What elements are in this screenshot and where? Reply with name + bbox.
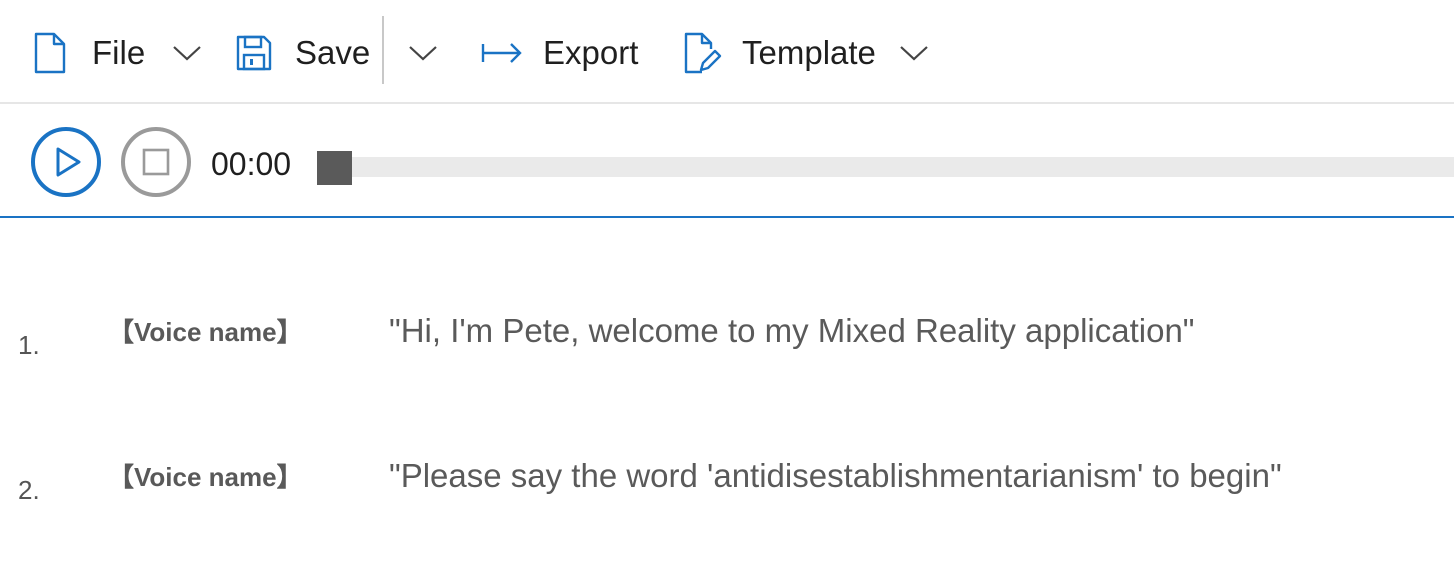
- stop-icon: [121, 127, 191, 197]
- template-label: Template: [742, 34, 876, 71]
- chevron-down-icon[interactable]: [898, 43, 930, 63]
- export-label: Export: [543, 34, 639, 71]
- voice-name-tag[interactable]: 【Voice name】: [108, 457, 303, 494]
- play-button[interactable]: [30, 126, 102, 203]
- toolbar-divider: [382, 16, 384, 84]
- playback-time: 00:00: [211, 146, 292, 182]
- voice-name-tag[interactable]: 【Voice name】: [108, 312, 303, 349]
- stop-button[interactable]: [120, 126, 192, 203]
- progress-track[interactable]: [318, 157, 1454, 177]
- line-text: "Hi, I'm Pete, welcome to my Mixed Reali…: [389, 312, 1195, 349]
- toolbar: File Save Export Template: [0, 0, 1454, 104]
- save-label: Save: [295, 34, 371, 71]
- file-icon: [32, 31, 68, 75]
- template-menu-button[interactable]: Template: [682, 28, 930, 78]
- line-number: 1.: [18, 330, 40, 360]
- audio-player: 00:00: [0, 104, 1454, 218]
- save-icon: [235, 34, 273, 72]
- line-number: 2.: [18, 475, 40, 505]
- save-button[interactable]: Save: [235, 28, 370, 78]
- export-button[interactable]: Export: [481, 28, 638, 78]
- file-label: File: [92, 34, 146, 71]
- chevron-down-icon: [407, 43, 439, 63]
- script-line-2: 2. 【Voice name】 "Please say the word 'an…: [0, 457, 1454, 517]
- save-options-dropdown[interactable]: [407, 28, 439, 78]
- file-menu-button[interactable]: File: [32, 28, 203, 78]
- script-line-1: 1. 【Voice name】 "Hi, I'm Pete, welcome t…: [0, 312, 1454, 372]
- export-icon: [481, 41, 523, 65]
- line-text: "Please say the word 'antidisestablishme…: [389, 457, 1282, 494]
- template-edit-icon: [682, 31, 722, 75]
- chevron-down-icon[interactable]: [171, 43, 203, 63]
- progress-thumb[interactable]: [317, 151, 352, 185]
- play-icon: [31, 127, 101, 197]
